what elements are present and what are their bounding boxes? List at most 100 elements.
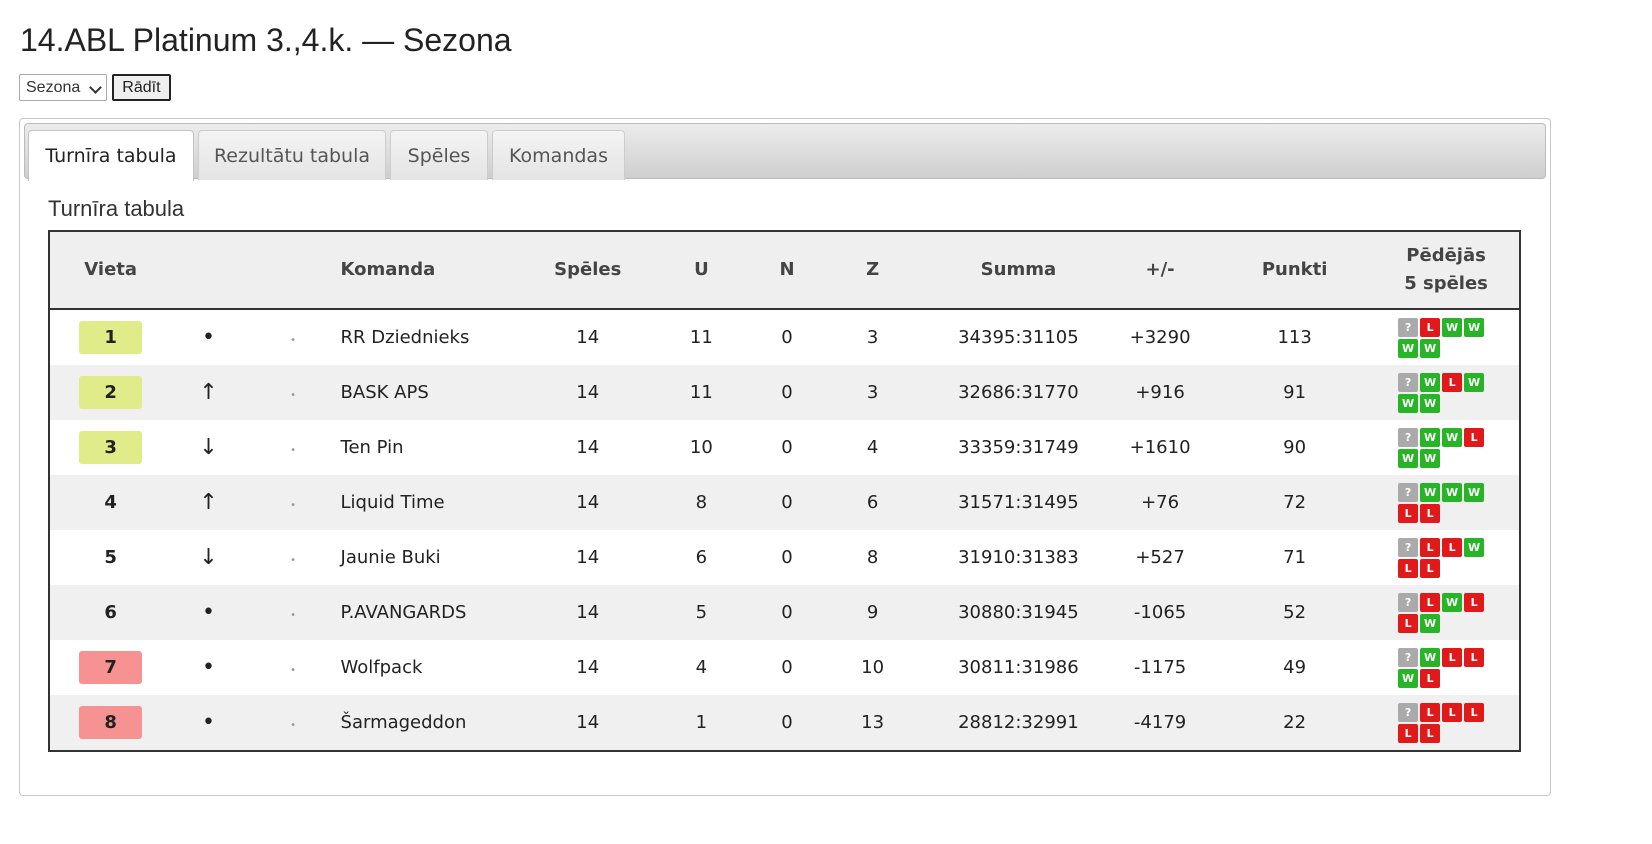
last-games-list: ? W L L W L — [1398, 647, 1494, 688]
games-count: 14 — [534, 365, 642, 420]
unknown-badge[interactable]: ? — [1398, 592, 1419, 612]
season-select[interactable]: Sezona — [19, 74, 108, 101]
loss-badge[interactable]: L — [1420, 723, 1441, 743]
loss-badge[interactable]: L — [1464, 427, 1485, 447]
place-cell: 2 — [49, 365, 172, 420]
unknown-badge[interactable]: ? — [1398, 537, 1419, 557]
points: 91 — [1216, 365, 1374, 420]
table-row: 8 • • Šarmageddon 14 1 0 13 28812:32991 -4179 22? L… — [49, 695, 1520, 751]
last-games-list: ? W L W W W — [1398, 372, 1494, 413]
header-sum: Summa — [932, 231, 1105, 310]
loss-badge[interactable]: L — [1442, 537, 1463, 557]
wins-count: 8 — [641, 475, 762, 530]
win-badge[interactable]: W — [1442, 592, 1463, 612]
trend-dot-icon: • — [290, 720, 297, 731]
loss-badge[interactable]: L — [1398, 503, 1419, 523]
place-cell: 3 — [49, 420, 171, 475]
unknown-badge[interactable]: ? — [1398, 482, 1419, 502]
movement-cell: • — [171, 585, 246, 640]
unknown-badge[interactable]: ? — [1398, 372, 1419, 392]
score-diff: +916 — [1104, 365, 1217, 420]
win-badge[interactable]: W — [1464, 372, 1485, 392]
rank-badge: 1 — [79, 321, 143, 354]
losses-count: 10 — [861, 657, 885, 678]
last-games-cell: ? W L L W L — [1373, 640, 1520, 695]
loss-badge[interactable]: L — [1420, 558, 1441, 578]
table-row: 3 ↓ • Ten Pin 14 10 0 4 33359:31749 +1610 90? W W L W W — [49, 420, 1520, 475]
show-button[interactable]: Rādīt — [112, 74, 171, 101]
tab-games[interactable]: Spēles — [390, 130, 488, 180]
win-badge[interactable]: W — [1398, 448, 1419, 468]
wins-count: 11 — [641, 365, 762, 420]
tab-results[interactable]: Rezultātu tabula — [198, 130, 386, 180]
win-badge[interactable]: W — [1464, 317, 1485, 337]
loss-badge[interactable]: L — [1420, 317, 1441, 337]
table-row: 2 ↑ • BASK APS 14 11 0 3 32686:31770 +916 91? W L W W W — [49, 365, 1520, 420]
losses-count: 9 — [812, 585, 933, 640]
header-last5-line1: Pēdējās — [1406, 245, 1486, 266]
win-badge[interactable]: W — [1398, 338, 1419, 358]
team-name: Ten Pin — [340, 437, 404, 458]
loss-badge[interactable]: L — [1398, 723, 1419, 743]
loss-badge[interactable]: L — [1420, 668, 1441, 688]
win-badge[interactable]: W — [1420, 613, 1441, 633]
win-badge[interactable]: W — [1442, 317, 1463, 337]
losses-count: 6 — [812, 475, 933, 530]
draws-count: 0 — [781, 657, 793, 678]
place-cell: 8 — [49, 695, 172, 751]
tab-standings[interactable]: Turnīra tabula — [28, 130, 194, 181]
draws-count: 0 — [781, 327, 793, 348]
loss-badge[interactable]: L — [1442, 647, 1463, 667]
unknown-badge[interactable]: ? — [1398, 702, 1419, 722]
header-last5-line2: 5 spēles — [1404, 273, 1488, 294]
rank-badge: 3 — [79, 431, 143, 464]
loss-badge[interactable]: L — [1398, 613, 1419, 633]
team-name: Šarmageddon — [340, 695, 535, 751]
loss-badge[interactable]: L — [1464, 702, 1485, 722]
loss-badge[interactable]: L — [1420, 503, 1441, 523]
tab-bar: Turnīra tabula Rezultātu tabula Spēles K… — [24, 123, 1546, 181]
loss-badge[interactable]: L — [1398, 558, 1419, 578]
score-sum: 30880:31945 — [932, 585, 1105, 640]
win-badge[interactable]: W — [1420, 482, 1441, 502]
header-trend — [245, 231, 341, 310]
win-badge[interactable]: W — [1464, 482, 1485, 502]
score-sum: 31910:31383 — [958, 547, 1079, 568]
loss-badge[interactable]: L — [1442, 372, 1463, 392]
games-count: 14 — [576, 437, 600, 458]
games-count: 14 — [534, 475, 642, 530]
win-badge[interactable]: W — [1420, 393, 1441, 413]
win-badge[interactable]: W — [1420, 338, 1441, 358]
tab-teams[interactable]: Komandas — [492, 130, 625, 180]
loss-badge[interactable]: L — [1420, 592, 1441, 612]
win-badge[interactable]: W — [1398, 668, 1419, 688]
win-badge[interactable]: W — [1420, 448, 1441, 468]
table-row: 1 • • RR Dziednieks 14 11 0 3 34395:31105 +3290 11… — [49, 309, 1520, 365]
win-badge[interactable]: W — [1464, 537, 1485, 557]
loss-badge[interactable]: L — [1420, 702, 1441, 722]
last-games-list: ? W W L W W — [1398, 427, 1494, 468]
loss-badge[interactable]: L — [1464, 647, 1485, 667]
win-badge[interactable]: W — [1420, 647, 1441, 667]
unknown-badge[interactable]: ? — [1398, 427, 1419, 447]
trend-cell: • — [245, 585, 341, 640]
loss-badge[interactable]: L — [1442, 702, 1463, 722]
team-name: Jaunie Buki — [340, 547, 441, 568]
unknown-badge[interactable]: ? — [1398, 647, 1419, 667]
draws-count: 0 — [761, 365, 813, 420]
win-badge[interactable]: W — [1398, 393, 1419, 413]
win-badge[interactable]: W — [1442, 427, 1463, 447]
win-badge[interactable]: W — [1420, 427, 1441, 447]
loss-badge[interactable]: L — [1464, 592, 1485, 612]
unknown-badge[interactable]: ? — [1398, 317, 1419, 337]
losses-count: 4 — [866, 437, 879, 458]
loss-badge[interactable]: L — [1420, 537, 1441, 557]
standings-table: Vieta Komanda Spēles U N Z Summa +/- Pun… — [48, 230, 1521, 752]
win-badge[interactable]: W — [1442, 482, 1463, 502]
table-row: 4 ↑ • Liquid Time 14 8 0 6 31571:31495 +76 72? W W W L… — [49, 475, 1520, 530]
arrow-down-icon: ↓ — [199, 545, 218, 570]
trend-cell: • — [245, 475, 341, 530]
win-badge[interactable]: W — [1420, 372, 1441, 392]
wins-count: 4 — [695, 657, 708, 678]
bullet-icon: • — [202, 655, 216, 680]
